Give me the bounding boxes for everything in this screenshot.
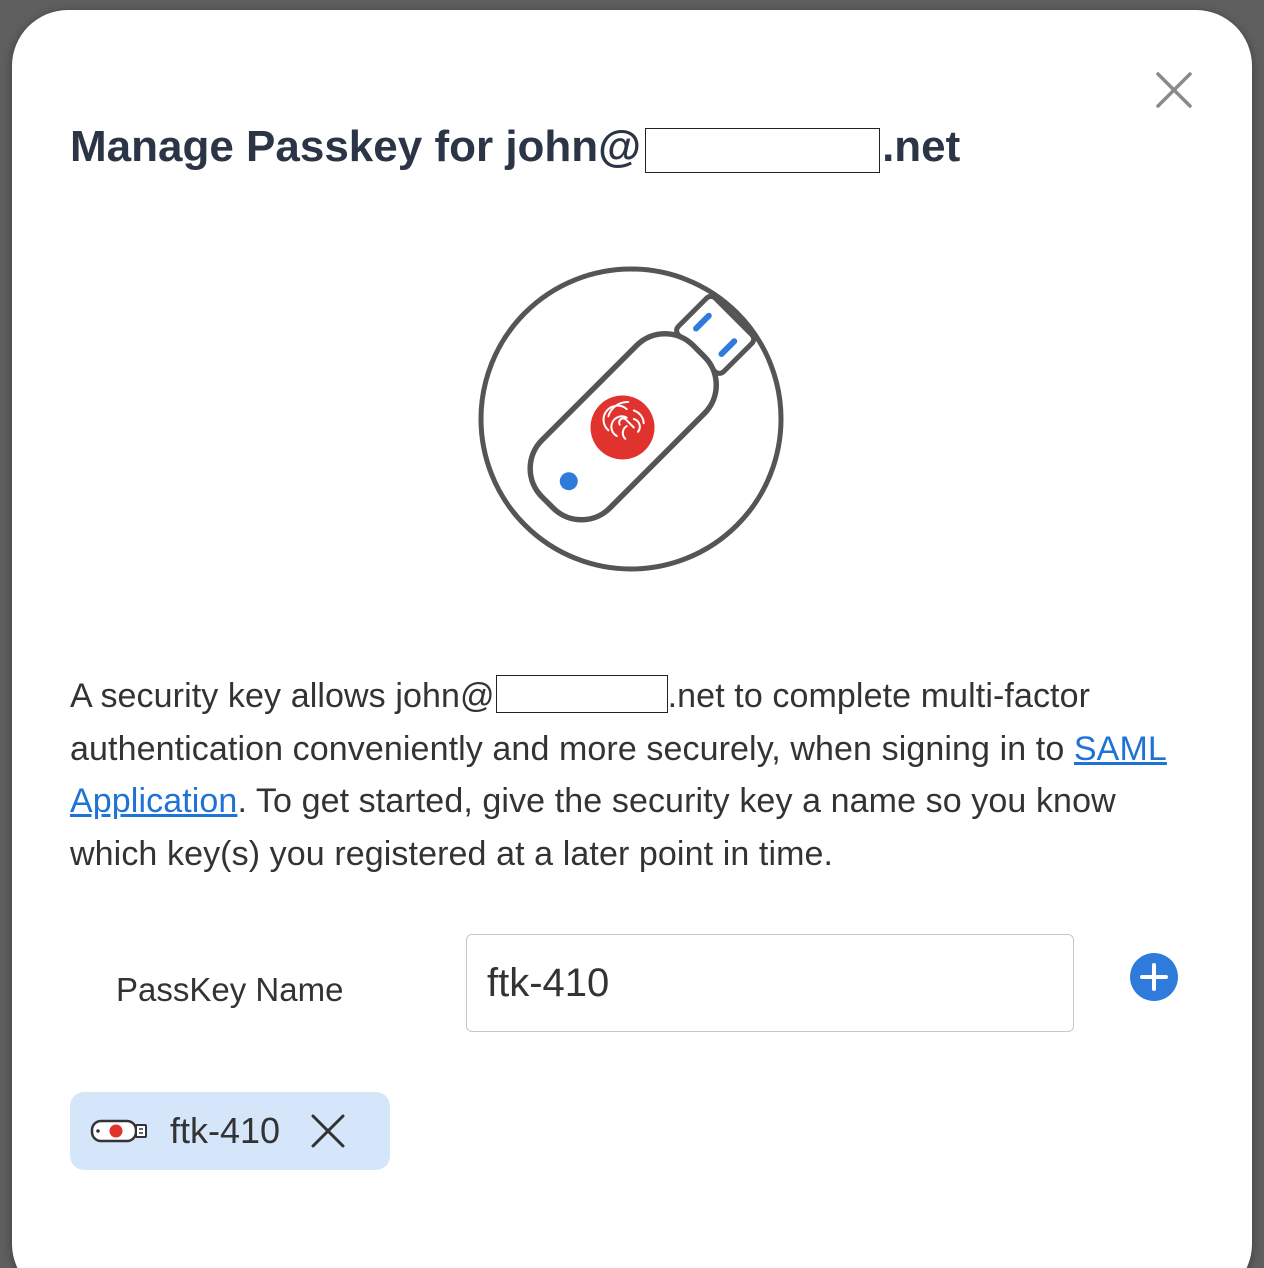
passkey-name-label: PassKey Name [116,971,344,1008]
plus-circle-icon[interactable] [1129,952,1179,1002]
dialog-title: Manage Passkey for john@ .net [70,122,961,173]
registered-key-chip: ftk-410 [70,1092,390,1170]
usb-security-key-fingerprint-icon [478,266,784,572]
dialog-title-prefix: Manage Passkey for john@ [70,122,642,171]
redacted-domain [495,675,668,713]
passkey-description: A security key allows john@ .net to compl… [70,670,1210,880]
registered-key-label: ftk-410 [170,1110,281,1151]
dialog-title-suffix: .net [882,122,961,171]
security-key-icon [90,1119,147,1143]
redacted-domain [645,127,881,173]
close-icon[interactable] [310,1113,346,1149]
description-part1: A security key allows john@ [70,677,495,715]
close-icon[interactable] [1152,68,1196,112]
passkey-name-input[interactable] [466,934,1074,1032]
manage-passkey-dialog: Manage Passkey for john@ .net A security… [12,10,1252,1268]
